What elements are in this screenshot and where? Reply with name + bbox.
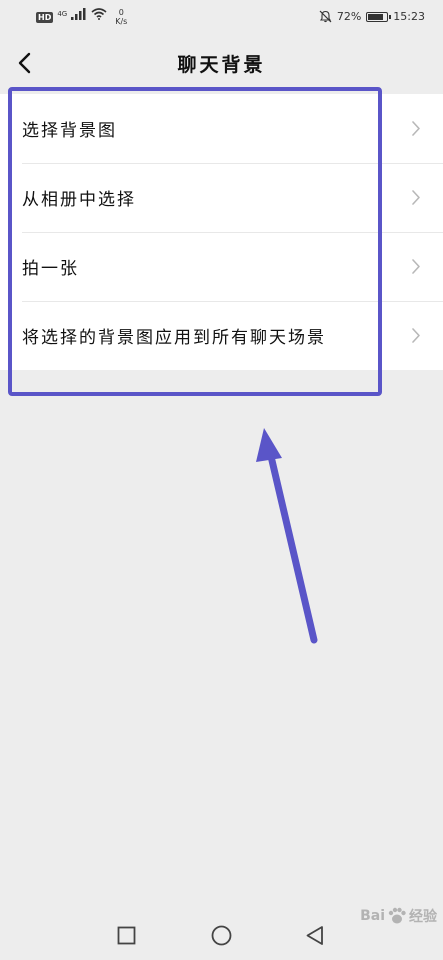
signal-icon [71, 8, 86, 20]
hd-badge: HD [36, 12, 54, 23]
page-title: 聊天背景 [177, 54, 266, 76]
status-bar: HD 4G 0 K/s 72% 15:23 [0, 0, 443, 36]
network-type: 4G [57, 10, 68, 18]
square-icon [117, 926, 136, 945]
chevron-right-icon [412, 328, 420, 343]
bell-muted-icon [319, 10, 332, 23]
watermark: Bai 经验 [360, 906, 437, 926]
clock: 15:23 [393, 10, 425, 23]
nav-header: 聊天背景 [0, 36, 443, 92]
chevron-right-icon [412, 259, 420, 274]
menu-item-apply-to-all[interactable]: 将选择的背景图应用到所有聊天场景 [0, 301, 443, 370]
wifi-icon [91, 8, 107, 20]
home-button[interactable] [211, 925, 232, 950]
chevron-right-icon [412, 121, 420, 136]
triangle-back-icon [306, 926, 323, 945]
menu-item-label: 选择背景图 [22, 121, 117, 141]
speed-unit: K/s [115, 17, 128, 26]
battery-icon [366, 11, 392, 22]
status-right: 72% 15:23 [319, 10, 425, 23]
menu-item-from-album[interactable]: 从相册中选择 [0, 163, 443, 232]
system-back-button[interactable] [305, 925, 325, 950]
menu-item-label: 将选择的背景图应用到所有聊天场景 [22, 328, 326, 348]
circle-icon [211, 925, 232, 946]
watermark-suffix: 经验 [409, 909, 437, 925]
menu-item-label: 拍一张 [22, 259, 79, 279]
recent-apps-button[interactable] [117, 926, 136, 949]
speed-value: 0 [118, 8, 124, 17]
menu-item-take-photo[interactable]: 拍一张 [0, 232, 443, 301]
paw-icon [388, 907, 406, 924]
network-speed: 0 K/s [115, 8, 127, 26]
menu-item-label: 从相册中选择 [22, 190, 136, 210]
status-left: HD 4G 0 K/s [36, 8, 127, 26]
battery-percent: 72% [336, 10, 362, 23]
watermark-brand: Bai [360, 908, 385, 924]
menu-list: 选择背景图 从相册中选择 拍一张 将选择的背景图应用到所有聊天场景 [0, 94, 443, 370]
chevron-right-icon [412, 190, 420, 205]
menu-item-choose-background[interactable]: 选择背景图 [0, 94, 443, 163]
